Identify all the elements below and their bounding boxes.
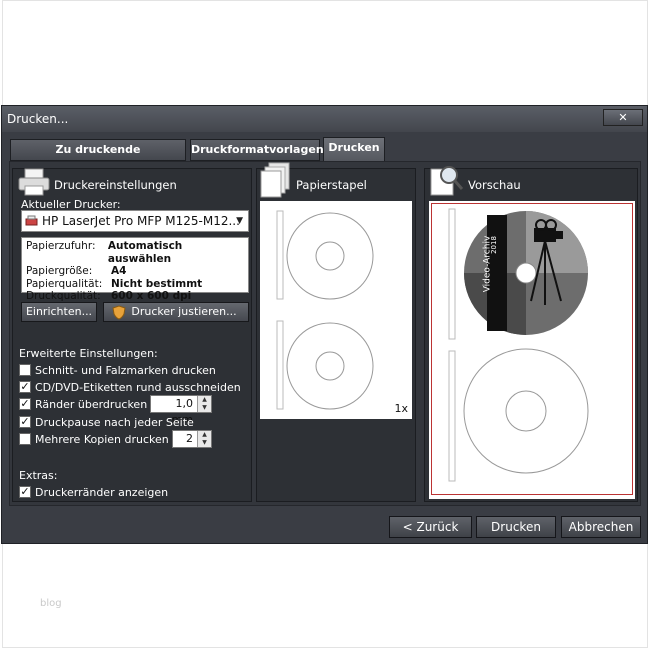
info-key: Papierzufuhr: [26,240,96,252]
tab-content: Druckereinstellungen Aktueller Drucker: … [9,161,641,506]
info-key: Papierqualität: [26,277,103,290]
info-key: Papiergröße: [26,265,93,277]
title-bar: Drucken... ✕ [2,106,647,132]
info-value: Automatisch auswählen [107,240,183,265]
tab-document-pages[interactable]: Zu druckende Dokumentseiten [10,139,186,176]
copies-stepper[interactable]: 2 ▲ ▼ [172,430,212,448]
preview-sheet: Video-Archiv 2018 [429,201,635,499]
cd-template-thumbnail [276,210,374,410]
magnifier-icon [430,166,464,196]
extras-label: Extras: [19,469,58,482]
info-value: A4 [111,265,127,277]
overprint-margin-stepper[interactable]: 1,0 mm ▲ ▼ [150,395,212,426]
cut-marks-label: Schnitt- und Falzmarken drucken [35,364,216,377]
printer-select[interactable]: HP LaserJet Pro MFP M125-M12... ▼ [21,210,249,232]
info-value: 600 x 600 dpi [111,290,192,302]
small-printer-icon [25,215,38,226]
overprint-label: Ränder überdrucken [35,398,148,411]
paper-stack-icon [260,162,290,198]
cut-marks-checkbox[interactable] [19,364,31,376]
watermark: blog [40,598,62,609]
preview-panel: Vorschau Video-Archiv 2018 [424,166,638,502]
copies-label: Mehrere Kopien drucken [35,433,169,446]
printer-info-box: Papierzufuhr: Automatisch auswählen Papie… [21,237,249,302]
copies-value: 2 [186,432,193,445]
printer-icon [18,168,50,196]
tab-print-templates[interactable]: Druckformatvorlagen [190,139,324,161]
print-pause-label: Druckpause nach jeder Seite [35,416,194,429]
chevron-down-icon: ▼ [236,216,243,226]
stepper-arrows-icon[interactable]: ▲ ▼ [197,396,211,412]
adjust-printer-label: Drucker justieren... [131,305,237,318]
cut-round-checkbox[interactable]: ✓ [19,381,31,393]
setup-button[interactable]: Einrichten... [21,302,97,322]
printer-select-value: HP LaserJet Pro MFP M125-M12... [42,214,240,228]
paper-stack-panel: Papierstapel 1x [256,162,416,502]
shield-icon [112,305,126,320]
printer-settings-panel: Druckereinstellungen Aktueller Drucker: … [12,168,252,502]
cd-label-year: 2018 [489,236,498,254]
paper-stack-sheet[interactable]: 1x [260,201,412,419]
info-key: Druckqualität: [26,290,101,302]
sheet-count: 1x [394,402,408,415]
show-margins-checkbox[interactable]: ✓ [19,486,31,498]
back-button[interactable]: < Zurück [389,516,472,538]
window-title: Drucken... [7,112,69,126]
stepper-arrows-icon[interactable]: ▲ ▼ [197,431,211,447]
preview-canvas [448,208,589,482]
print-dialog: Drucken... ✕ Zu druckende Dokumentseiten… [1,105,648,544]
copies-checkbox[interactable] [19,433,31,445]
cut-round-label: CD/DVD-Etiketten rund ausschneiden [35,381,241,394]
print-pause-checkbox[interactable]: ✓ [19,416,31,428]
preview-title: Vorschau [465,178,524,192]
adjust-printer-button[interactable]: Drucker justieren... [103,302,249,322]
cancel-button[interactable]: Abbrechen [561,516,641,538]
paper-stack-title: Papierstapel [293,178,370,192]
advanced-settings-label: Erweiterte Einstellungen: [19,347,158,360]
show-margins-label: Druckerränder anzeigen [35,486,169,499]
overprint-checkbox[interactable]: ✓ [19,398,31,410]
tab-print[interactable]: Drucken [323,137,385,162]
close-button[interactable]: ✕ [603,109,643,126]
printer-settings-title: Druckereinstellungen [51,178,180,192]
print-button[interactable]: Drucken [476,516,556,538]
info-value: Nicht bestimmt [111,277,203,290]
